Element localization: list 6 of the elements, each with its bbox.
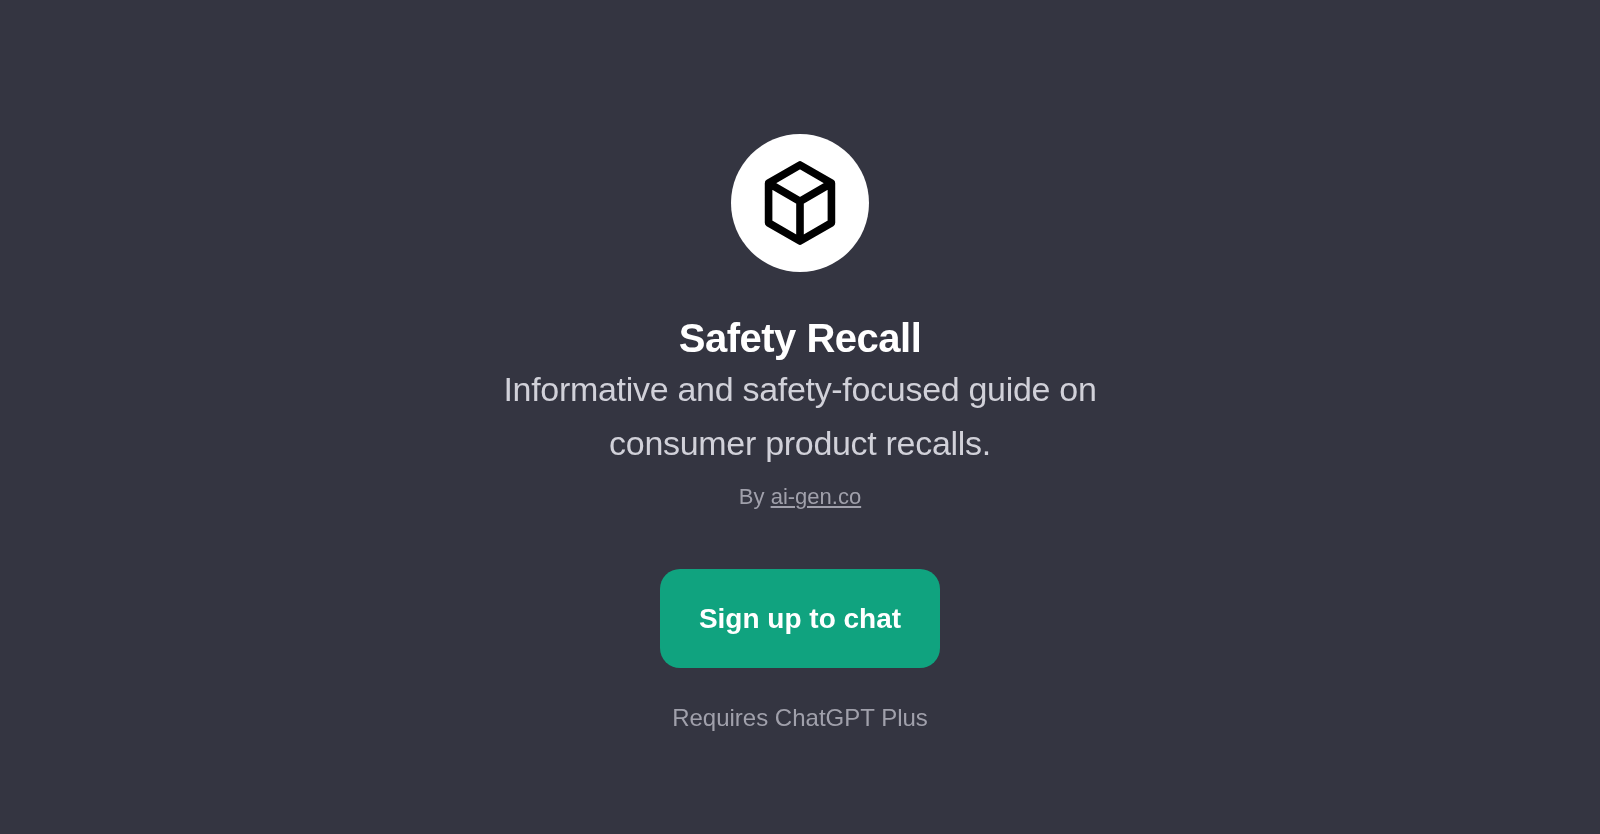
gpt-description: Informative and safety-focused guide on consumer product recalls. (502, 369, 1098, 464)
author-link[interactable]: ai-gen.co (770, 484, 862, 509)
requirement-note: Requires ChatGPT Plus (672, 703, 928, 733)
gpt-title: Safety Recall (678, 315, 922, 362)
author-line: By ai-gen.co (738, 483, 862, 511)
sign-up-button[interactable]: Sign up to chat (660, 569, 940, 668)
